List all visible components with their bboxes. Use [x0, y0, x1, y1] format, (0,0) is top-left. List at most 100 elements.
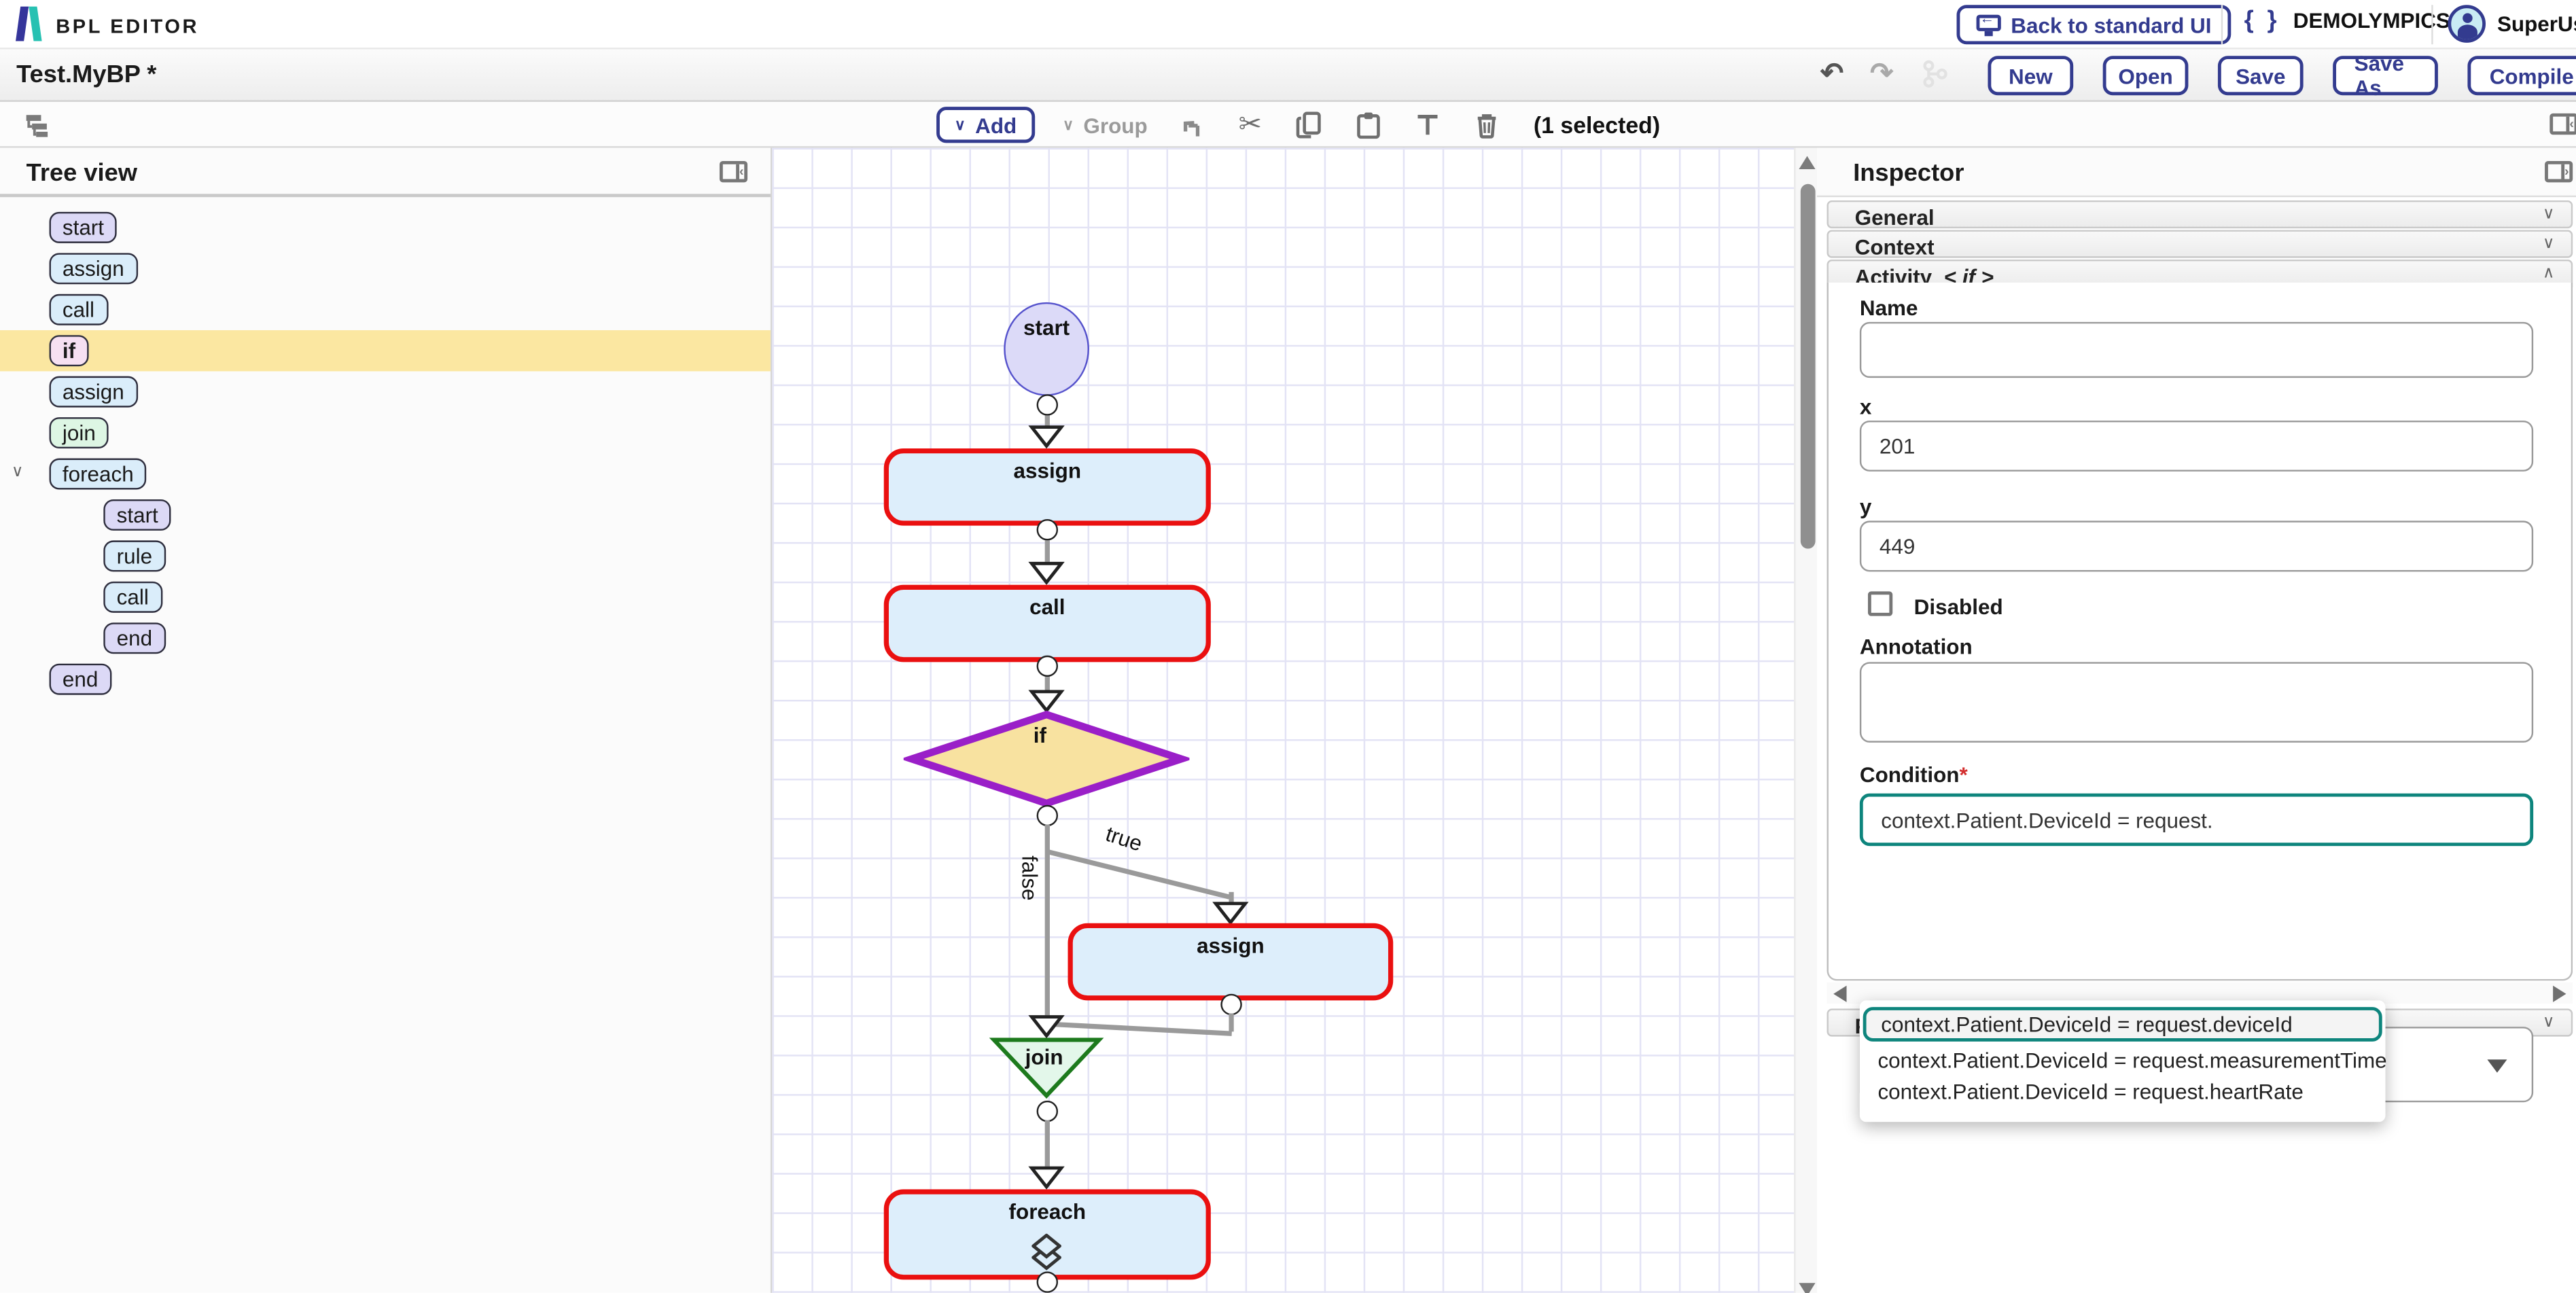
arrowhead-icon	[1028, 560, 1064, 584]
connector-port[interactable]	[1036, 1100, 1057, 1121]
tree-item-list: start assign call if assign join ∨ forea…	[0, 207, 771, 700]
align-top-icon[interactable]	[1412, 109, 1443, 141]
section-general[interactable]: General ∨	[1827, 200, 2573, 228]
scroll-right-icon[interactable]	[2553, 986, 2566, 1002]
edge-label-true: true	[1103, 821, 1146, 856]
condition-autocomplete-popup: context.Patient.DeviceId = request.devic…	[1860, 1000, 2386, 1122]
autocomplete-option[interactable]: context.Patient.DeviceId = request.measu…	[1860, 1045, 2386, 1076]
save-as-button[interactable]: Save As	[2333, 56, 2438, 95]
node-start[interactable]: start	[1004, 302, 1089, 396]
tree-item[interactable]: end	[0, 659, 771, 700]
inspector-header: Inspector ›	[1817, 148, 2576, 198]
tree-item[interactable]: rule	[0, 535, 771, 576]
node-label: if	[1034, 723, 1046, 747]
dropdown-arrow-icon	[2487, 1059, 2507, 1072]
arrowhead-icon	[1212, 900, 1248, 925]
foreach-loop-icon	[1031, 1234, 1061, 1273]
collapse-right-panel-icon[interactable]: ‹	[2549, 113, 2576, 135]
tree-item[interactable]: ∨ foreach	[0, 453, 771, 494]
edge	[1228, 1014, 1233, 1032]
scroll-down-icon[interactable]	[1799, 1283, 1815, 1293]
node-label: start	[1023, 315, 1070, 340]
disabled-label: Disabled	[1914, 595, 2003, 619]
scrollbar-thumb[interactable]	[1800, 184, 1815, 549]
separator	[2431, 5, 2433, 44]
node-assign-1[interactable]: assign	[884, 448, 1211, 526]
app-title: BPL EDITOR	[56, 15, 199, 38]
chevron-down-icon[interactable]: ∨	[12, 463, 24, 482]
bpl-editor-app: BPL EDITOR ← Back to standard UI { } DEM…	[0, 0, 2576, 1293]
chevron-down-icon: ∨	[955, 118, 966, 132]
tree-view-panel: Tree view ‹ start assign call if assign …	[0, 148, 772, 1293]
separator	[2221, 5, 2223, 44]
reroute-connector-icon[interactable]	[1176, 109, 1207, 141]
group-button[interactable]: ∨ Group	[1063, 113, 1148, 137]
canvas-vertical-scrollbar[interactable]	[1794, 148, 1817, 1293]
tree-view-header: Tree view ‹	[0, 148, 771, 198]
copy-icon[interactable]	[1294, 109, 1325, 141]
save-button[interactable]: Save	[2218, 56, 2304, 95]
compile-button[interactable]: Compile	[2467, 56, 2576, 95]
tree-item[interactable]: assign	[0, 248, 771, 289]
tree-item[interactable]: assign	[0, 371, 771, 412]
chevron-down-icon: ∨	[1063, 118, 1074, 132]
node-call[interactable]: call	[884, 585, 1211, 662]
tree-item[interactable]: start	[0, 495, 771, 535]
section-context[interactable]: Context ∨	[1827, 230, 2573, 258]
condition-label: Condition*	[1860, 762, 1968, 787]
inspector-title: Inspector	[1853, 160, 1964, 188]
x-field[interactable]	[1860, 421, 2533, 472]
node-assign-2[interactable]: assign	[1068, 923, 1394, 1001]
undo-icon[interactable]: ↶	[1820, 58, 1843, 90]
name-field[interactable]	[1860, 322, 2533, 378]
edge-label-false: false	[1017, 855, 1042, 900]
node-label: call	[1029, 595, 1065, 619]
chevron-down-icon: ∨	[2543, 1014, 2555, 1032]
disabled-checkbox[interactable]	[1868, 591, 1892, 616]
selection-status: (1 selected)	[1534, 111, 1660, 138]
branch-icon	[1920, 59, 1949, 89]
scroll-left-icon[interactable]	[1833, 986, 1846, 1002]
new-button[interactable]: New	[1988, 56, 2073, 95]
edge	[1044, 540, 1048, 561]
edge-true	[1047, 849, 1230, 900]
cut-icon[interactable]: ✂	[1235, 109, 1266, 141]
add-button[interactable]: ∨ Add	[936, 107, 1035, 143]
tree-item[interactable]: join	[0, 412, 771, 453]
tree-item[interactable]: start	[0, 207, 771, 248]
redo-icon[interactable]: ↷	[1870, 58, 1893, 90]
tree-item-selected[interactable]: if	[0, 330, 771, 371]
node-label: join	[1025, 1045, 1063, 1069]
user-name: SuperUse	[2497, 12, 2576, 36]
scroll-up-icon[interactable]	[1799, 156, 1815, 169]
required-marker: *	[1960, 762, 1968, 787]
user-avatar-icon	[2448, 5, 2486, 43]
back-to-standard-ui-button[interactable]: ← Back to standard UI	[1957, 5, 2231, 44]
arrowhead-icon	[1028, 1165, 1064, 1189]
diagram-canvas[interactable]: start assign call if false	[772, 148, 1794, 1293]
monitor-back-icon: ←	[1977, 14, 2001, 35]
tree-item[interactable]: call	[0, 577, 771, 618]
paste-icon[interactable]	[1353, 109, 1384, 141]
edge	[1053, 1022, 1232, 1036]
collapse-tree-panel-icon[interactable]: ‹	[720, 161, 747, 182]
autocomplete-option-highlighted[interactable]: context.Patient.DeviceId = request.devic…	[1863, 1007, 2382, 1042]
y-field[interactable]	[1860, 520, 2533, 571]
autocomplete-option[interactable]: context.Patient.DeviceId = request.heart…	[1860, 1076, 2386, 1108]
collapse-inspector-icon[interactable]: ›	[2545, 161, 2573, 182]
tree-item[interactable]: end	[0, 618, 771, 658]
connector-port[interactable]	[1036, 393, 1057, 414]
tree-toggle-icon[interactable]	[21, 109, 52, 140]
chevron-down-icon: ∨	[2543, 235, 2555, 253]
tree-view-title: Tree view	[27, 160, 137, 188]
condition-field[interactable]	[1860, 794, 2533, 846]
top-bar: BPL EDITOR ← Back to standard UI { } DEM…	[0, 0, 2576, 50]
open-button[interactable]: Open	[2103, 56, 2189, 95]
delete-icon[interactable]	[1471, 109, 1502, 141]
annotation-field[interactable]	[1860, 662, 2533, 742]
tree-item[interactable]: call	[0, 289, 771, 330]
namespace-switcher[interactable]: { } DEMOLYMPICS	[2244, 7, 2450, 35]
chevron-up-icon: ∧	[2543, 264, 2555, 283]
x-label: x	[1860, 394, 1871, 419]
user-menu[interactable]: SuperUse	[2448, 5, 2576, 43]
